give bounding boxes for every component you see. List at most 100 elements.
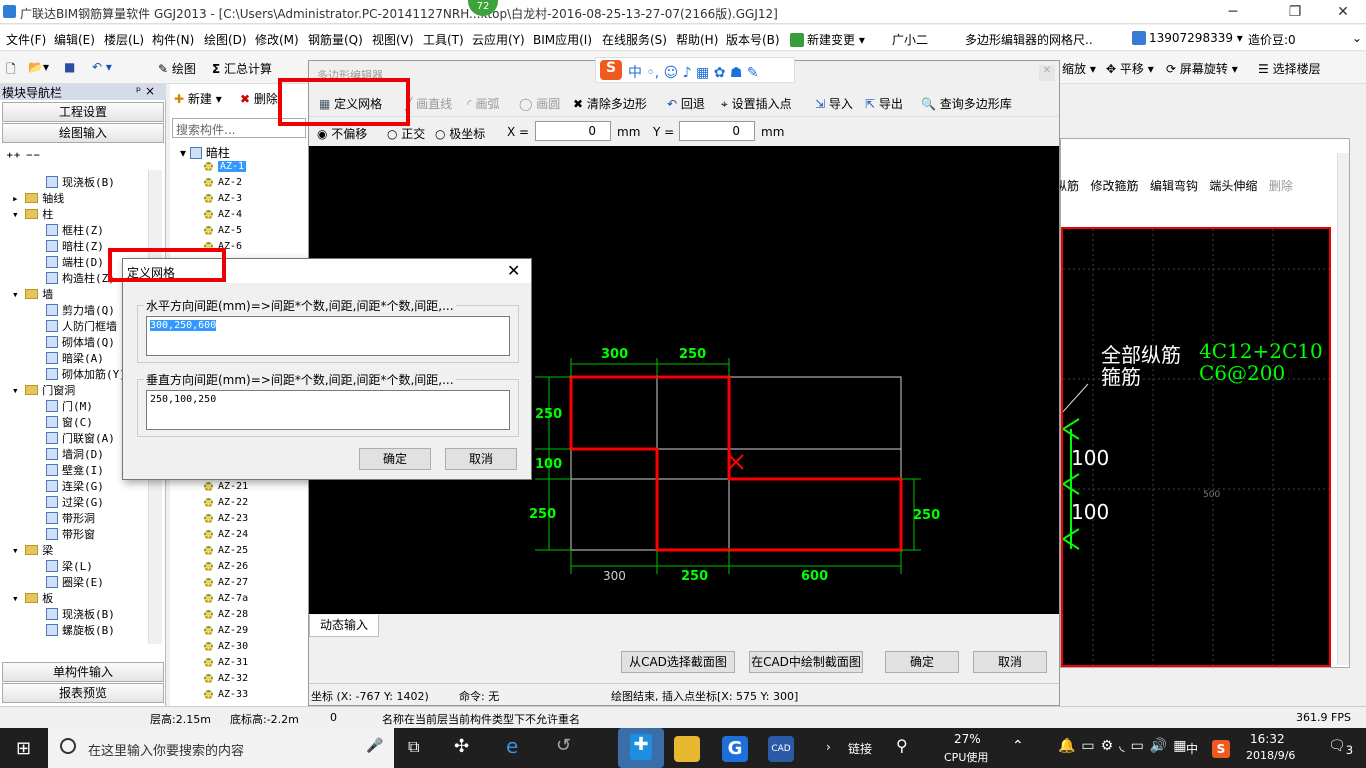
list-item[interactable]: AZ-3 bbox=[204, 193, 242, 204]
notes-app-icon[interactable] bbox=[674, 736, 700, 762]
ok-button[interactable]: 确定 bbox=[359, 448, 431, 470]
menu-guangxiaoer[interactable]: 广小二 bbox=[892, 31, 928, 48]
list-item-selected[interactable]: AZ-1 bbox=[204, 161, 247, 172]
polar-coord-radio[interactable]: ○ 极坐标 bbox=[435, 125, 485, 142]
list-item[interactable]: AZ-2 bbox=[204, 177, 242, 188]
list-item[interactable]: AZ-28 bbox=[204, 609, 248, 620]
tree-folder[interactable]: ▾ 板 bbox=[12, 590, 53, 606]
list-item[interactable]: AZ-24 bbox=[204, 529, 248, 540]
list-item[interactable]: AZ-30 bbox=[204, 641, 248, 652]
menu-online[interactable]: 在线服务(S) bbox=[602, 31, 667, 48]
taskbar-search-box[interactable]: 在这里输入你要搜索的内容 🎤 bbox=[48, 728, 394, 768]
tree-item[interactable]: 暗梁(A) bbox=[46, 350, 104, 366]
tree-item[interactable]: 带形洞 bbox=[46, 510, 95, 526]
glodon-g-icon[interactable]: G bbox=[722, 736, 748, 762]
select-floor-button[interactable]: ☰ 选择楼层 bbox=[1258, 60, 1321, 77]
link-label[interactable]: 链接 bbox=[848, 740, 872, 757]
menu-modify[interactable]: 修改(M) bbox=[255, 31, 299, 48]
tree-item[interactable]: 连梁(G) bbox=[46, 478, 104, 494]
overflow-chevron-icon[interactable]: › bbox=[826, 740, 831, 754]
tree-item[interactable]: 砌体墙(Q) bbox=[46, 334, 115, 350]
tree-item[interactable]: 过梁(G) bbox=[46, 494, 104, 510]
tree-item[interactable]: 构造柱(Z) bbox=[46, 270, 115, 286]
close-icon[interactable]: ✕ bbox=[507, 261, 520, 280]
list-item[interactable]: AZ-22 bbox=[204, 497, 248, 508]
fan-app-icon[interactable]: ✣ bbox=[454, 736, 469, 757]
draw-arc-button[interactable]: ◜ 画弧 bbox=[467, 95, 500, 112]
active-app-icon[interactable]: ✚ bbox=[618, 728, 664, 768]
menu-account[interactable]: 13907298339 ▾ bbox=[1132, 31, 1243, 45]
orthogonal-radio[interactable]: ○ 正交 bbox=[387, 125, 425, 142]
people-icon[interactable]: ⚲ bbox=[896, 736, 908, 755]
sogou-icon[interactable]: S bbox=[1212, 740, 1230, 758]
modify-stirrup-button[interactable]: 修改箍筋 bbox=[1090, 179, 1138, 193]
list-item[interactable]: AZ-33 bbox=[204, 689, 248, 700]
menu-edit[interactable]: 编辑(E) bbox=[54, 31, 95, 48]
open-folder-icon[interactable]: 📂▾ bbox=[28, 60, 49, 74]
notification-icon[interactable]: 🗨3 bbox=[1328, 738, 1353, 757]
tree-item[interactable]: 窗(C) bbox=[46, 414, 93, 430]
tree-folder[interactable]: ▾ 墙 bbox=[12, 286, 53, 302]
microphone-icon[interactable]: 🎤 bbox=[366, 738, 383, 754]
list-item[interactable]: AZ-31 bbox=[204, 657, 248, 668]
tree-item[interactable]: 圈梁(E) bbox=[46, 574, 104, 590]
list-item[interactable]: AZ-32 bbox=[204, 673, 248, 684]
tree-item[interactable]: 门(M) bbox=[46, 398, 93, 414]
y-input[interactable]: 0 bbox=[679, 121, 755, 141]
project-settings-button[interactable]: 工程设置 bbox=[2, 102, 164, 122]
cad-icon[interactable]: CAD bbox=[768, 736, 794, 762]
pin-close-icons[interactable]: ᵖ × bbox=[136, 84, 155, 98]
windows-start-icon[interactable]: ⊞ bbox=[16, 738, 31, 759]
delete-button[interactable]: 删除 bbox=[1269, 179, 1293, 193]
task-view-icon[interactable]: ⧉ bbox=[408, 737, 419, 757]
draw-button[interactable]: ✎ 绘图 bbox=[158, 60, 196, 77]
tree-item[interactable]: 剪力墙(Q) bbox=[46, 302, 115, 318]
zoom-button[interactable]: 缩放 ▾ bbox=[1062, 60, 1096, 77]
menu-draw[interactable]: 绘图(D) bbox=[204, 31, 247, 48]
tree-folder[interactable]: ▸ 轴线 bbox=[12, 190, 64, 206]
report-preview-button[interactable]: 报表预览 bbox=[2, 683, 164, 703]
menu-tip[interactable]: 多边形编辑器的网格尺.. bbox=[965, 31, 1093, 48]
stirrup-value[interactable]: C6@200 bbox=[1199, 361, 1285, 385]
section-canvas[interactable]: 100 100 500 bbox=[1061, 227, 1331, 667]
tree-root[interactable]: ▾ 暗柱 bbox=[180, 144, 230, 161]
pan-button[interactable]: ✥ 平移 ▾ bbox=[1106, 60, 1154, 77]
tree-item[interactable]: 现浇板(B) bbox=[46, 174, 115, 190]
tree-folder[interactable]: ▾ 门窗洞 bbox=[12, 382, 75, 398]
tree-item[interactable]: 门联窗(A) bbox=[46, 430, 115, 446]
rotate-button[interactable]: ⟳ 屏幕旋转 ▾ bbox=[1166, 60, 1238, 77]
tree-folder[interactable]: ▾ 梁 bbox=[12, 542, 53, 558]
menu-version[interactable]: 版本号(B) bbox=[726, 31, 780, 48]
tray-icons[interactable]: 🔔▭⚙◟▭🔊▦ bbox=[1058, 738, 1193, 754]
menu-coins[interactable]: 造价豆:0 bbox=[1248, 31, 1296, 48]
save-icon[interactable]: ■ bbox=[64, 60, 75, 74]
tree-item[interactable]: 人防门框墙 bbox=[46, 318, 117, 334]
single-component-input-button[interactable]: 单构件输入 bbox=[2, 662, 164, 682]
list-item[interactable]: AZ-21 bbox=[204, 481, 248, 492]
select-section-from-cad-button[interactable]: 从CAD选择截面图 bbox=[621, 651, 735, 673]
draw-circle-button[interactable]: ◯ 画圆 bbox=[519, 95, 560, 112]
edge-icon[interactable]: e bbox=[506, 734, 518, 758]
cancel-button[interactable]: 取消 bbox=[445, 448, 517, 470]
sum-calc-button[interactable]: Σ 汇总计算 bbox=[212, 60, 272, 77]
list-item[interactable]: AZ-25 bbox=[204, 545, 248, 556]
x-input[interactable]: 0 bbox=[535, 121, 611, 141]
tab-dynamic-input[interactable]: 动态输入 bbox=[309, 615, 379, 637]
new-button[interactable]: ✚ 新建 ▾ bbox=[174, 90, 222, 107]
tree-item[interactable]: 框柱(Z) bbox=[46, 222, 104, 238]
list-item[interactable]: AZ-7a bbox=[204, 593, 248, 604]
menu-view[interactable]: 视图(V) bbox=[372, 31, 414, 48]
draw-line-button[interactable]: ╱ 画直线 bbox=[405, 95, 452, 112]
close-icon[interactable]: ✕ bbox=[1039, 65, 1055, 81]
minimize-icon[interactable]: ─ bbox=[1218, 2, 1248, 22]
clear-polygon-button[interactable]: ✖ 清除多边形 bbox=[573, 95, 647, 112]
export-button[interactable]: ⇱ 导出 bbox=[865, 95, 903, 112]
menu-file[interactable]: 文件(F) bbox=[6, 31, 46, 48]
all-longitudinal-value[interactable]: 4C12+2C10 bbox=[1199, 339, 1323, 363]
menu-floor[interactable]: 楼层(L) bbox=[104, 31, 144, 48]
expand-collapse-icon[interactable]: ⁺⁺ ⁻⁻ bbox=[6, 150, 40, 166]
new-file-icon[interactable]: 🗋 bbox=[6, 60, 16, 81]
editor-cancel-button[interactable]: 取消 bbox=[973, 651, 1047, 673]
tree-item[interactable]: 暗柱(Z) bbox=[46, 238, 104, 254]
menu-new-change[interactable]: 新建变更 ▾ bbox=[790, 31, 865, 48]
